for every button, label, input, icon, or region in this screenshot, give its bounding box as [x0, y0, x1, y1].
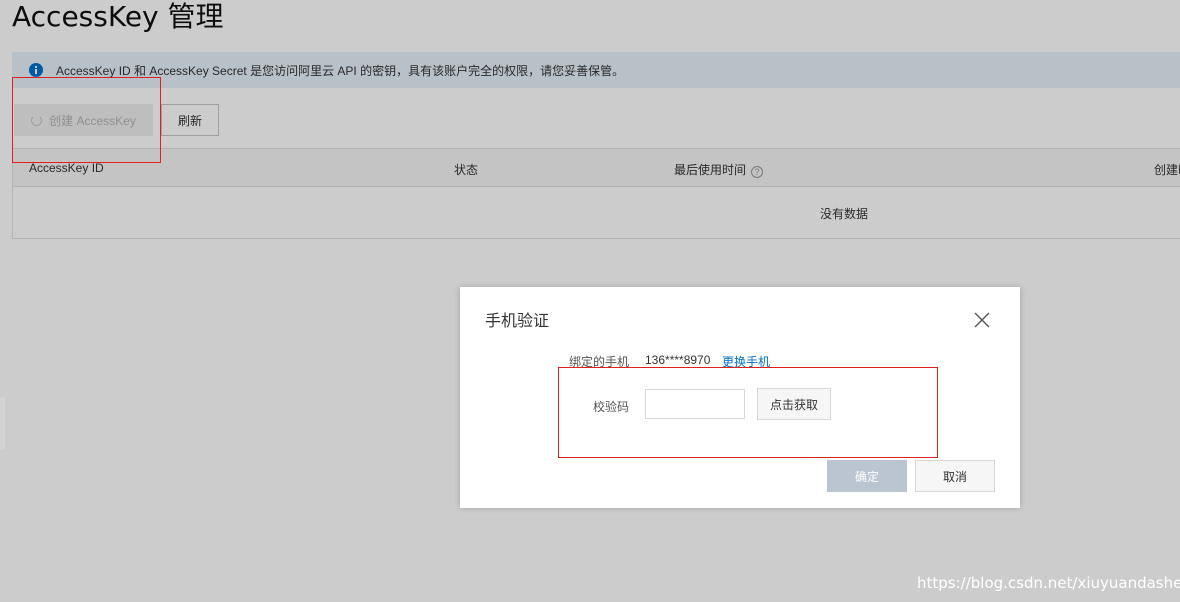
side-feedback-tab[interactable] [0, 397, 5, 449]
confirm-button[interactable]: 确定 [827, 460, 907, 492]
watermark-text: https://blog.csdn.net/xiuyuandashen [917, 574, 1180, 592]
dialog-title: 手机验证 [485, 313, 550, 330]
close-icon[interactable] [973, 311, 991, 329]
annotation-box-code [558, 367, 938, 458]
cancel-button[interactable]: 取消 [915, 460, 995, 492]
phone-verify-dialog: 手机验证 绑定的手机 136****8970 更换手机 校验码 点击获取 确定 … [460, 287, 1020, 508]
page: AccessKey 管理 AccessKey ID 和 AccessKey Se… [0, 0, 1180, 602]
annotation-box-create [12, 77, 161, 163]
bound-phone-value: 136****8970 [645, 353, 711, 367]
